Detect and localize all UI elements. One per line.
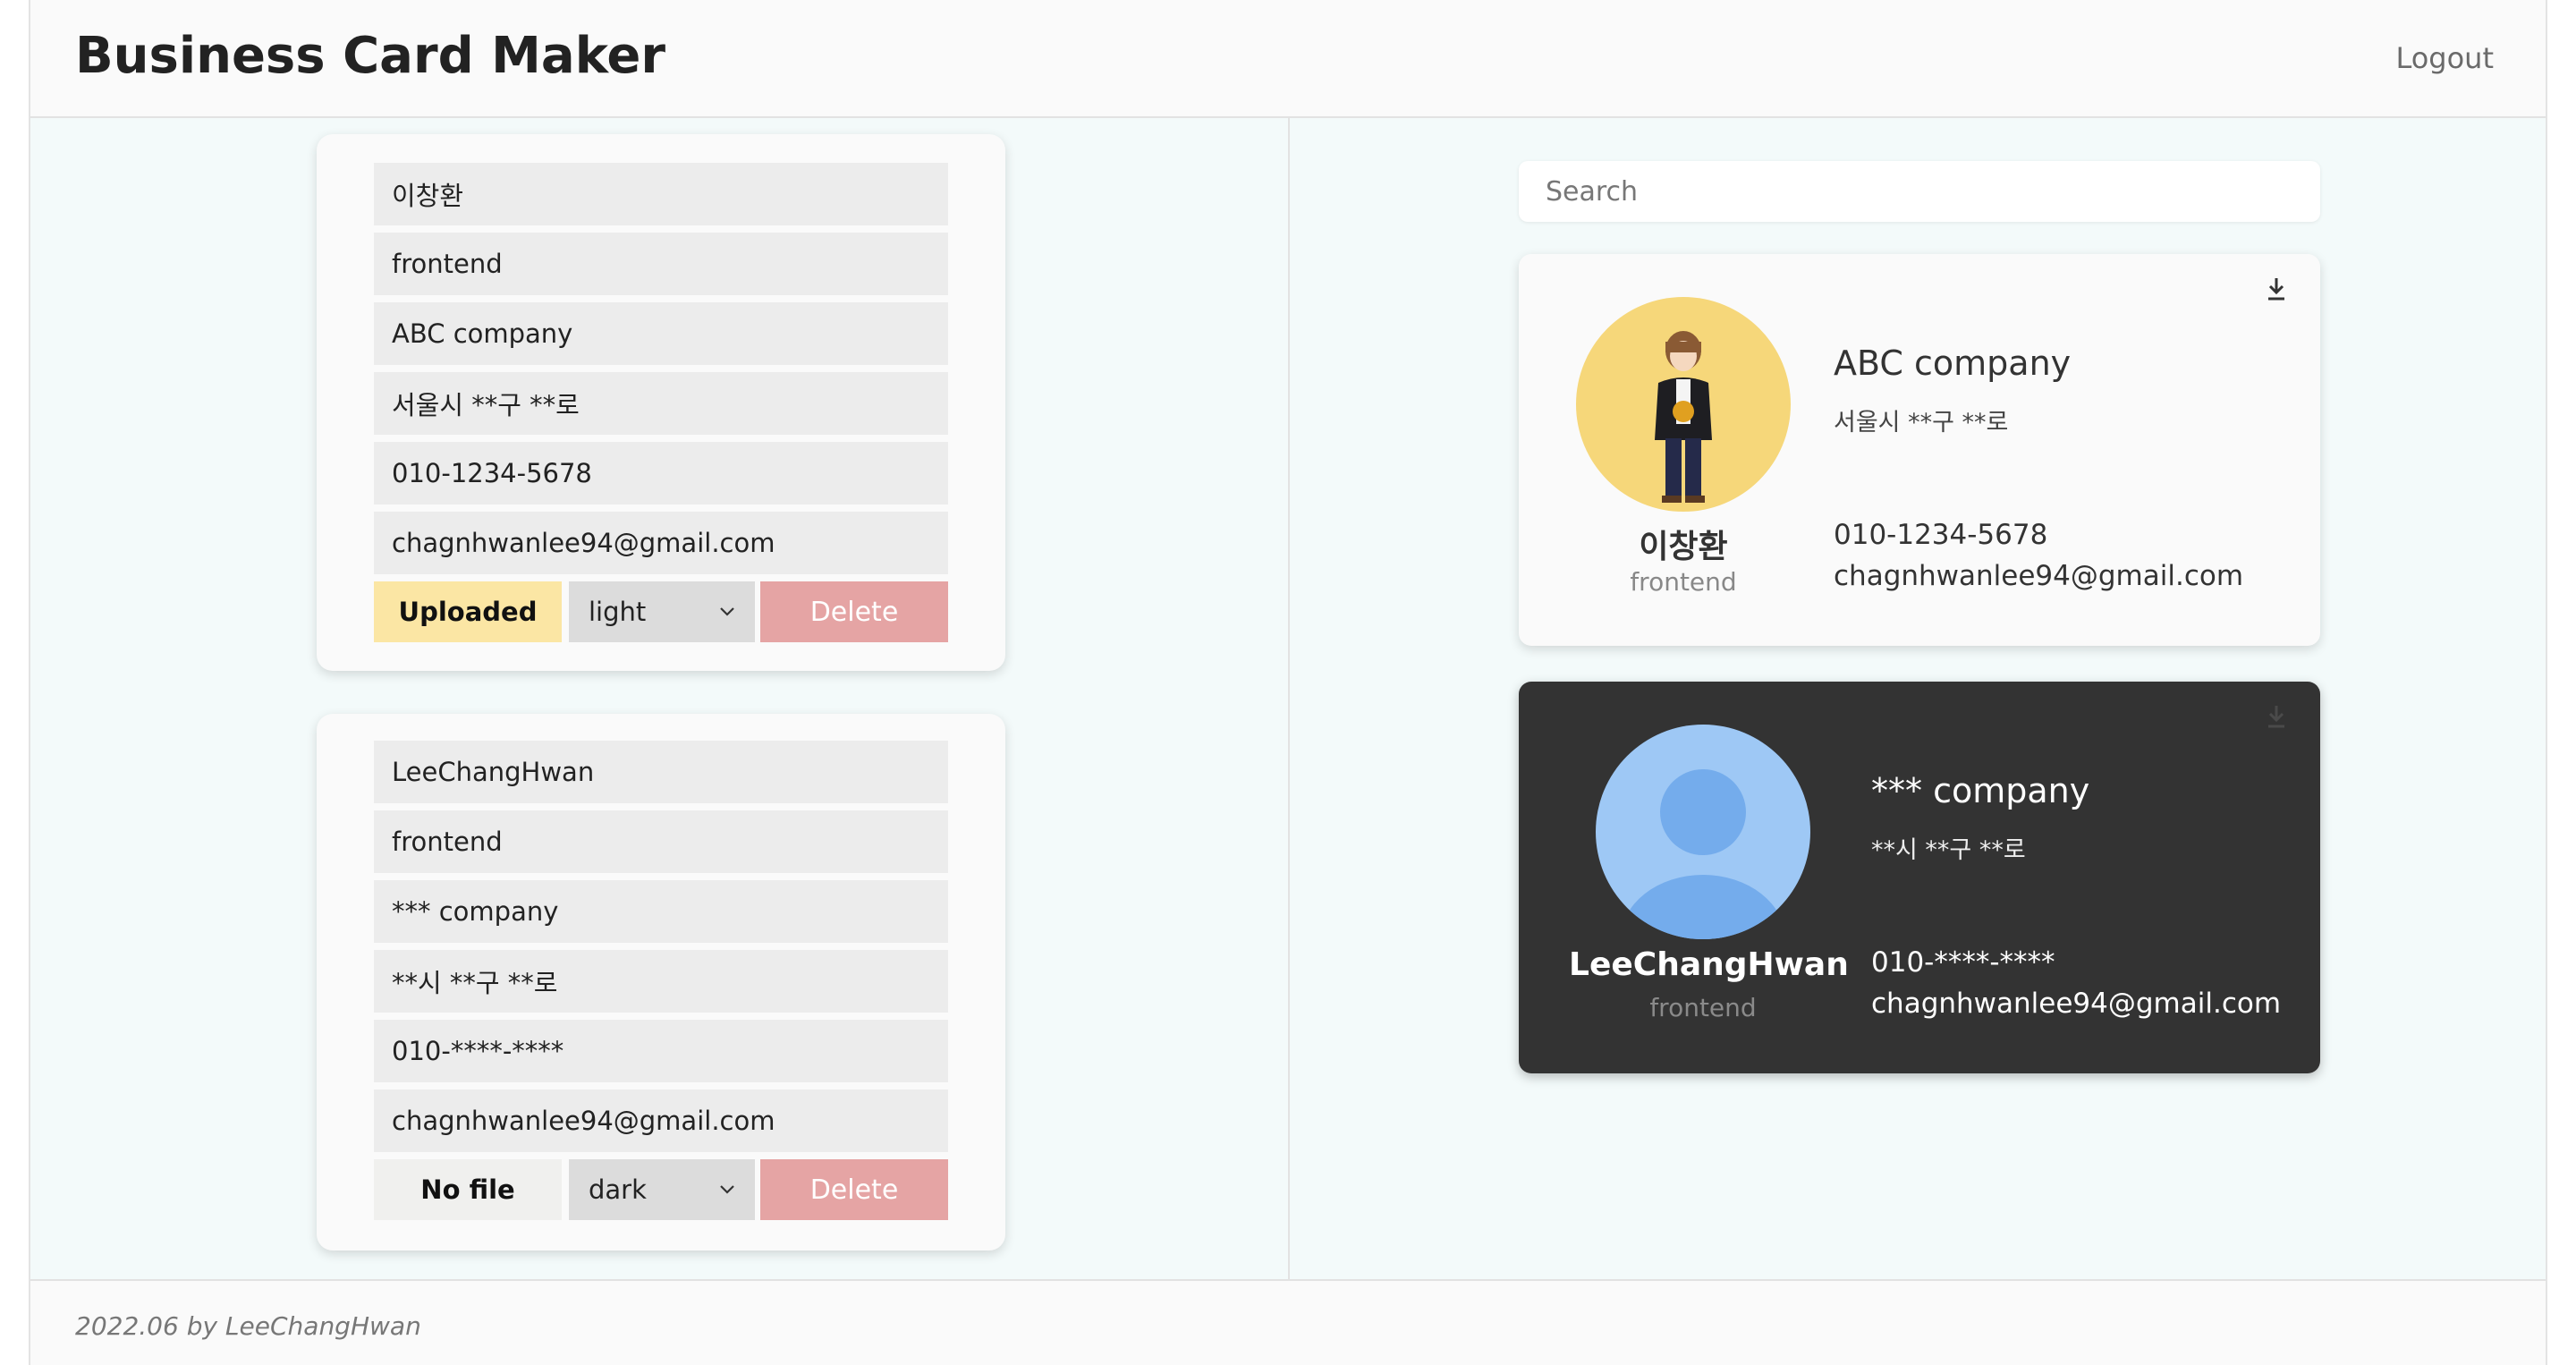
name-field[interactable]: 이창환 [374, 163, 948, 225]
card-phone: 010-1234-5678 [1834, 519, 2048, 551]
card-editor-form: 이창환 frontend ABC company 서울시 **구 **로 010… [317, 134, 1005, 671]
section-divider [1288, 118, 1290, 1279]
company-field[interactable]: ABC company [374, 302, 948, 365]
footer-credit: 2022.06 by LeeChangHwan [75, 1311, 421, 1341]
card-address: 서울시 **구 **로 [1834, 409, 2009, 437]
delete-button[interactable]: Delete [760, 1159, 948, 1220]
theme-select-value: light [589, 597, 647, 627]
search-input[interactable]: Search [1519, 161, 2320, 222]
address-field[interactable]: **시 **구 **로 [374, 950, 948, 1013]
business-card-preview: LeeChangHwan frontend *** company **시 **… [1519, 682, 2320, 1073]
card-company: ABC company [1834, 343, 2072, 383]
card-name: LeeChangHwan [1569, 946, 1849, 983]
card-phone: 010-****-**** [1871, 946, 2055, 979]
title-field[interactable]: frontend [374, 233, 948, 295]
download-icon[interactable] [2265, 703, 2288, 730]
file-upload-button[interactable]: Uploaded [374, 581, 562, 642]
theme-select[interactable]: light [569, 581, 755, 642]
email-field[interactable]: chagnhwanlee94@gmail.com [374, 512, 948, 574]
business-card-preview: 이창환 frontend ABC company 서울시 **구 **로 010… [1519, 254, 2320, 646]
phone-field[interactable]: 010-****-**** [374, 1020, 948, 1082]
download-icon[interactable] [2265, 276, 2288, 302]
card-email: chagnhwanlee94@gmail.com [1871, 988, 2282, 1020]
footer: 2022.06 by LeeChangHwan [30, 1279, 2546, 1365]
company-field[interactable]: *** company [374, 880, 948, 943]
person-illustration [1655, 331, 1712, 503]
theme-select[interactable]: dark [569, 1159, 755, 1220]
chevron-down-icon [720, 1185, 734, 1194]
app-title: Business Card Maker [75, 27, 666, 85]
theme-select-value: dark [589, 1174, 647, 1205]
address-field[interactable]: 서울시 **구 **로 [374, 372, 948, 435]
title-field[interactable]: frontend [374, 810, 948, 873]
card-editor-form: LeeChangHwan frontend *** company **시 **… [317, 714, 1005, 1251]
header: Business Card Maker Logout [30, 0, 2546, 118]
default-user-icon [1621, 769, 1785, 939]
delete-button[interactable]: Delete [760, 581, 948, 642]
card-address: **시 **구 **로 [1871, 836, 2026, 864]
main-content: 이창환 frontend ABC company 서울시 **구 **로 010… [30, 118, 2546, 1279]
card-job-title: frontend [1649, 993, 1757, 1022]
file-upload-button[interactable]: No file [374, 1159, 562, 1220]
phone-field[interactable]: 010-1234-5678 [374, 442, 948, 504]
card-job-title: frontend [1630, 567, 1737, 597]
logout-button[interactable]: Logout [2395, 41, 2494, 75]
profile-photo [1576, 297, 1791, 512]
profile-photo [1596, 725, 1810, 939]
card-email: chagnhwanlee94@gmail.com [1834, 560, 2244, 592]
chevron-down-icon [720, 607, 734, 616]
card-name: 이창환 [1639, 529, 1728, 565]
email-field[interactable]: chagnhwanlee94@gmail.com [374, 1089, 948, 1152]
card-company: *** company [1871, 771, 2090, 810]
app-window: Business Card Maker Logout 이창환 frontend … [29, 0, 2547, 1365]
name-field[interactable]: LeeChangHwan [374, 741, 948, 803]
